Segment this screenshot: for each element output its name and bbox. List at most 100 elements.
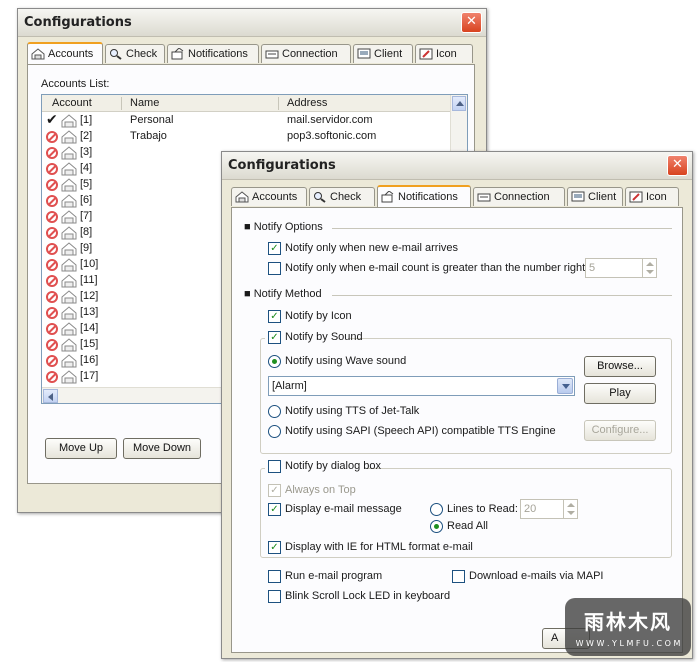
disabled-prohibited-icon bbox=[46, 163, 58, 175]
mailbox-icon bbox=[61, 178, 77, 192]
mailbox-icon bbox=[61, 114, 77, 128]
account-number: [1] bbox=[80, 114, 93, 126]
front-tab-notifications[interactable]: Notifications bbox=[377, 185, 471, 207]
account-number: [17] bbox=[80, 370, 99, 382]
disabled-prohibited-icon bbox=[46, 323, 58, 335]
mailbox-icon bbox=[61, 338, 77, 352]
close-icon: ✕ bbox=[466, 14, 477, 29]
front-tab-client[interactable]: Client bbox=[567, 187, 623, 206]
tts-jet-radio[interactable] bbox=[268, 405, 281, 418]
blink-scroll-checkbox[interactable] bbox=[268, 590, 281, 603]
disabled-prohibited-icon bbox=[46, 131, 58, 143]
display-ie-label: Display with IE for HTML format e-mail bbox=[285, 541, 473, 553]
notifications-icon bbox=[381, 191, 394, 203]
notify-method-divider bbox=[332, 295, 672, 296]
notify-by-sound-checkbox[interactable]: ✓ bbox=[268, 331, 281, 344]
notify-by-icon-checkbox[interactable]: ✓ bbox=[268, 310, 281, 323]
chevron-down-icon[interactable] bbox=[557, 378, 573, 394]
run-email-checkbox[interactable] bbox=[268, 570, 281, 583]
read-all-radio[interactable] bbox=[430, 520, 443, 533]
back-tab-connection[interactable]: Connection bbox=[261, 44, 351, 63]
move-down-button[interactable]: Move Down bbox=[123, 438, 201, 459]
run-email-label: Run e-mail program bbox=[285, 570, 383, 582]
disabled-prohibited-icon bbox=[46, 339, 58, 351]
count-stepper[interactable]: 5 bbox=[585, 258, 657, 278]
scroll-up-arrow[interactable] bbox=[452, 96, 466, 111]
front-window-title: Configurations bbox=[228, 158, 336, 173]
mailbox-icon bbox=[61, 354, 77, 368]
lines-to-read-radio[interactable] bbox=[430, 503, 443, 516]
account-number: [14] bbox=[80, 322, 99, 334]
disabled-prohibited-icon bbox=[46, 307, 58, 319]
account-number: [7] bbox=[80, 210, 93, 222]
account-number: [4] bbox=[80, 162, 93, 174]
back-tab-strip: Accounts Check Notifications Connection … bbox=[27, 42, 479, 64]
column-account[interactable]: Account bbox=[52, 97, 92, 109]
configure-button[interactable]: Configure... bbox=[584, 420, 656, 441]
connection-icon bbox=[265, 50, 279, 59]
new-mail-checkbox[interactable]: ✓ bbox=[268, 242, 281, 255]
accounts-icon bbox=[31, 48, 45, 60]
download-mapi-checkbox[interactable] bbox=[452, 570, 465, 583]
count-label: Notify only when e-mail count is greater… bbox=[285, 262, 586, 274]
mailbox-icon bbox=[61, 146, 77, 160]
display-message-label: Display e-mail message bbox=[285, 503, 402, 515]
back-close-button[interactable]: ✕ bbox=[461, 12, 482, 33]
close-icon: ✕ bbox=[672, 157, 683, 172]
browse-button[interactable]: Browse... bbox=[584, 356, 656, 377]
accounts-list-label: Accounts List: bbox=[41, 78, 110, 90]
always-on-top-checkbox[interactable]: ✓ bbox=[268, 484, 281, 497]
play-button[interactable]: Play bbox=[584, 383, 656, 404]
mailbox-icon bbox=[61, 162, 77, 176]
check-magnifier-icon bbox=[314, 192, 326, 203]
scroll-left-arrow[interactable] bbox=[43, 389, 58, 403]
wave-sound-radio[interactable] bbox=[268, 355, 281, 368]
front-tab-check[interactable]: Check bbox=[309, 187, 375, 206]
display-ie-checkbox[interactable]: ✓ bbox=[268, 541, 281, 554]
account-number: [11] bbox=[80, 274, 98, 286]
mailbox-icon bbox=[61, 226, 77, 240]
account-number: [16] bbox=[80, 354, 99, 366]
back-tab-check[interactable]: Check bbox=[105, 44, 165, 63]
icon-tab-icon bbox=[419, 48, 433, 60]
connection-icon bbox=[477, 193, 491, 202]
count-spinner[interactable] bbox=[642, 259, 656, 277]
lines-value: 20 bbox=[524, 503, 537, 515]
back-tab-notifications[interactable]: Notifications bbox=[167, 44, 259, 63]
back-tab-accounts[interactable]: Accounts bbox=[27, 42, 103, 64]
account-number: [13] bbox=[80, 306, 99, 318]
tts-sapi-radio[interactable] bbox=[268, 425, 281, 438]
notifications-panel: ■ Notify Options ✓ Notify only when new … bbox=[231, 207, 683, 653]
front-tab-icon[interactable]: Icon bbox=[625, 187, 679, 206]
front-tab-connection[interactable]: Connection bbox=[473, 187, 565, 206]
dialog-box-checkbox[interactable] bbox=[268, 460, 281, 473]
sound-select[interactable]: [Alarm] bbox=[268, 376, 575, 396]
column-address[interactable]: Address bbox=[287, 97, 327, 109]
count-checkbox[interactable] bbox=[268, 262, 281, 275]
back-tab-client[interactable]: Client bbox=[353, 44, 413, 63]
mailbox-icon bbox=[61, 370, 77, 384]
disabled-prohibited-icon bbox=[46, 259, 58, 271]
table-row[interactable]: [2] Trabajo pop3.softonic.com bbox=[46, 129, 446, 145]
tts-sapi-label: Notify using SAPI (Speech API) compatibl… bbox=[285, 425, 556, 437]
display-message-checkbox[interactable]: ✓ bbox=[268, 503, 281, 516]
accounts-list-header: Account Name Address bbox=[42, 95, 451, 112]
front-tab-strip: Accounts Check Notifications Connection … bbox=[231, 185, 687, 207]
notify-by-icon-label: Notify by Icon bbox=[285, 310, 352, 322]
disabled-prohibited-icon bbox=[46, 211, 58, 223]
column-name[interactable]: Name bbox=[130, 97, 159, 109]
account-number: [12] bbox=[80, 290, 99, 302]
move-up-button[interactable]: Move Up bbox=[45, 438, 117, 459]
front-close-button[interactable]: ✕ bbox=[667, 155, 688, 176]
account-number: [8] bbox=[80, 226, 93, 238]
back-tab-icon[interactable]: Icon bbox=[415, 44, 473, 63]
notify-options-header: ■ Notify Options bbox=[244, 221, 323, 233]
lines-spinner[interactable] bbox=[563, 500, 577, 518]
disabled-prohibited-icon bbox=[46, 371, 58, 383]
lines-stepper[interactable]: 20 bbox=[520, 499, 578, 519]
account-address: mail.servidor.com bbox=[287, 114, 373, 126]
icon-tab-icon bbox=[629, 191, 643, 203]
table-row[interactable]: ✔ [1] Personal mail.servidor.com bbox=[46, 111, 446, 129]
disabled-prohibited-icon bbox=[46, 227, 58, 239]
front-tab-accounts[interactable]: Accounts bbox=[231, 187, 307, 206]
